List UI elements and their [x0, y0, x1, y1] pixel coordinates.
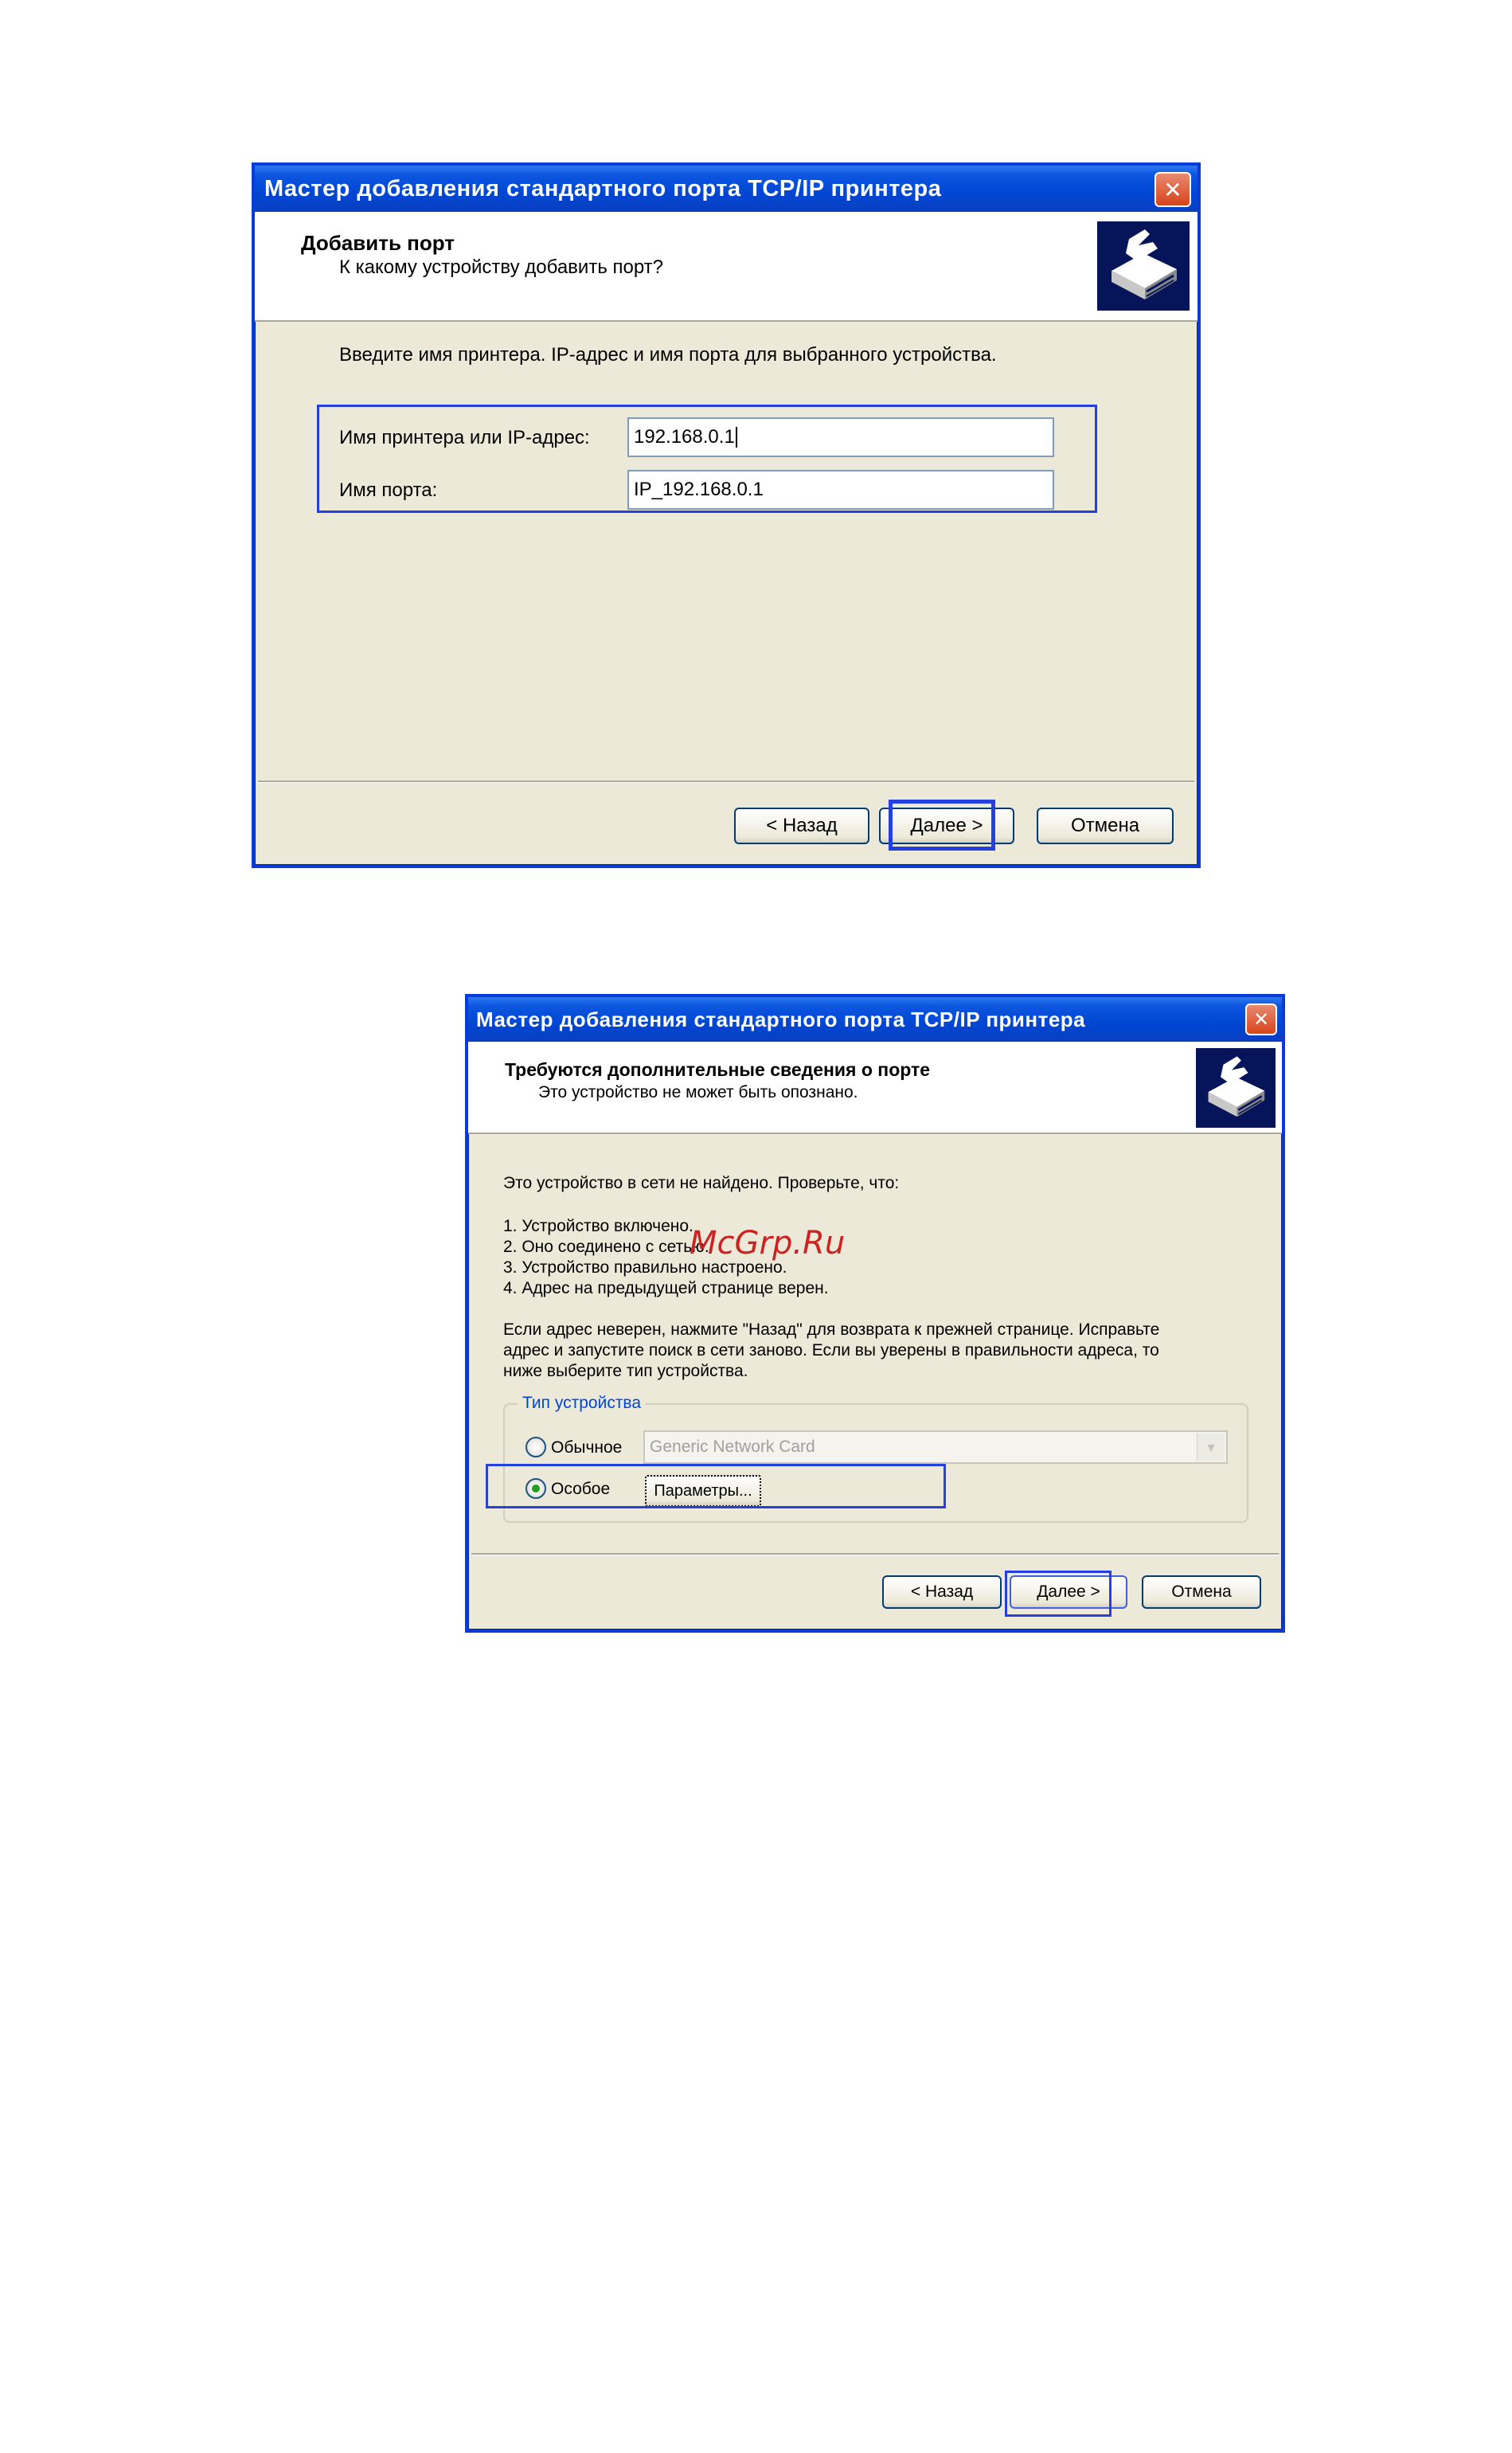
dialog-title: Мастер добавления стандартного порта TCP…	[264, 175, 942, 201]
cancel-button[interactable]: Отмена	[1142, 1575, 1261, 1609]
instruction-text: Введите имя принтера. IP-адрес и имя пор…	[339, 344, 997, 366]
header-subtitle: К какому устройству добавить порт?	[339, 256, 664, 278]
wizard-header: Требуются дополнительные сведения о порт…	[468, 1042, 1282, 1134]
intro-text: Это устройство в сети не найдено. Провер…	[503, 1174, 900, 1192]
printer-wizard-icon	[1196, 1048, 1276, 1128]
advice-line: Если адрес неверен, нажмите "Назад" для …	[503, 1320, 1160, 1339]
check-item: 2. Оно соединено с сетью.	[503, 1238, 709, 1256]
advice-line: ниже выберите тип устройства.	[503, 1362, 748, 1380]
next-button-highlight	[889, 800, 995, 851]
custom-option-highlight	[486, 1464, 946, 1508]
check-item: 1. Устройство включено.	[503, 1217, 693, 1235]
close-button[interactable]: ✕	[1245, 1003, 1277, 1035]
radio-standard[interactable]	[525, 1437, 546, 1457]
standard-device-select: Generic Network Card ▾	[643, 1430, 1228, 1464]
back-button[interactable]: < Назад	[882, 1575, 1002, 1609]
close-icon: ✕	[1163, 177, 1182, 202]
device-type-group-label: Тип устройства	[518, 1394, 647, 1413]
back-button-label: < Назад	[766, 815, 838, 836]
wizard-header: Добавить порт К какому устройству добави…	[255, 212, 1197, 322]
site-watermark: McGrp.Ru	[690, 1225, 846, 1262]
printer-wizard-icon	[1097, 221, 1190, 311]
header-subtitle: Это устройство не может быть опознано.	[538, 1083, 858, 1101]
cancel-button-label: Отмена	[1070, 815, 1140, 836]
header-title: Добавить порт	[301, 231, 455, 255]
advice-line: адрес и запустите поиск в сети заново. Е…	[503, 1341, 1159, 1360]
add-port-dialog: Мастер добавления стандартного порта TCP…	[252, 162, 1201, 868]
chevron-down-icon: ▾	[1197, 1434, 1225, 1461]
header-title: Требуются дополнительные сведения о порт…	[505, 1059, 931, 1080]
radio-standard-label[interactable]: Обычное	[551, 1438, 622, 1457]
dialog-title: Мастер добавления стандартного порта TCP…	[476, 1007, 1086, 1031]
button-separator	[258, 780, 1194, 783]
dialog-titlebar[interactable]: Мастер добавления стандартного порта TCP…	[468, 997, 1282, 1042]
dialog-titlebar[interactable]: Мастер добавления стандартного порта TCP…	[255, 166, 1197, 212]
cancel-button[interactable]: Отмена	[1037, 808, 1174, 844]
back-button[interactable]: < Назад	[734, 808, 869, 844]
cancel-button-label: Отмена	[1171, 1583, 1232, 1601]
fields-highlight-frame	[317, 405, 1097, 513]
close-button[interactable]: ✕	[1155, 172, 1191, 207]
next-button-highlight	[1005, 1571, 1112, 1617]
back-button-label: < Назад	[910, 1583, 974, 1601]
close-icon: ✕	[1252, 1008, 1270, 1031]
port-info-dialog: Мастер добавления стандартного порта TCP…	[465, 994, 1285, 1633]
check-item: 4. Адрес на предыдущей странице верен.	[503, 1279, 829, 1297]
button-separator	[471, 1553, 1279, 1555]
standard-device-select-value: Generic Network Card	[650, 1438, 815, 1456]
